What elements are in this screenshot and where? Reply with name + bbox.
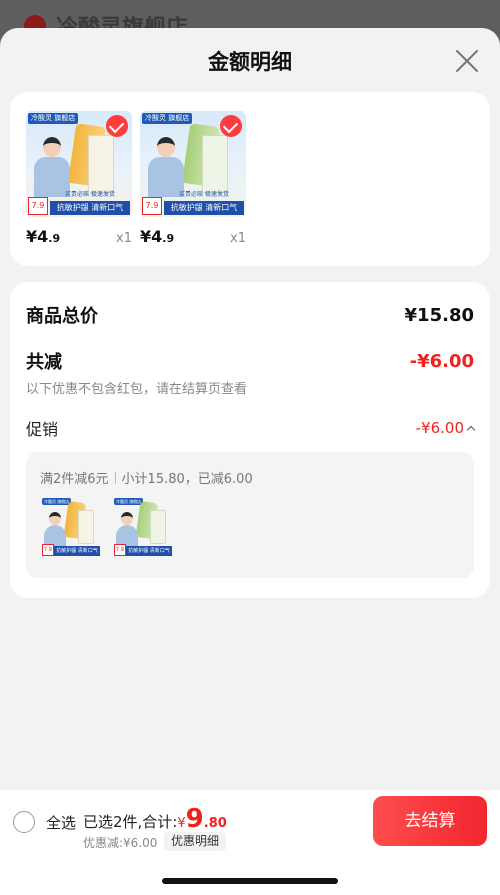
brand-logo: 冷酸灵 旗舰店 <box>42 498 72 505</box>
total-currency: ¥ <box>177 816 186 831</box>
selected-check-icon <box>220 115 242 137</box>
promo-text: 满2件减6元 小计15.80，已减6.00 <box>40 468 253 487</box>
total-value: ¥15.80 <box>404 304 474 326</box>
image-subbanner: 买贵必赔 极速发货 <box>65 191 115 198</box>
image-price-tag: 7.9 <box>142 197 162 215</box>
checkout-bar: 全选 已选2件,合计: ¥ 9 .80 优惠减:¥6.00 优惠明细 去结算 <box>0 790 500 895</box>
product-meta: ¥4.9 x1 <box>26 227 132 246</box>
toothpaste-box <box>202 135 228 193</box>
divider <box>114 471 116 484</box>
promo-value-toggle[interactable]: -¥6.00 <box>415 419 476 437</box>
sheet-title: 金额明细 <box>208 50 292 74</box>
brand-logo: 冷酸灵 旗舰店 <box>28 113 79 124</box>
promo-product-thumb: 冷酸灵 旗舰店 7.9 抗敏护龈 清新口气 <box>112 496 174 558</box>
reduce-row: 共减 -¥6.00 <box>26 348 474 374</box>
image-price-tag: 7.9 <box>114 544 126 556</box>
total-decimal: .80 <box>203 816 227 831</box>
promo-rule: 满2件减6元 <box>40 472 109 487</box>
select-all-label[interactable]: 全选 <box>46 812 76 833</box>
product-quantity: x1 <box>230 231 246 246</box>
image-subbanner: 买贵必赔 极速发货 <box>179 191 229 198</box>
discount-detail-button[interactable]: 优惠明细 <box>164 832 227 851</box>
product-image: 冷酸灵 旗舰店 买贵必赔 极速发货 7.9 抗敏护龈 清新口气 <box>140 111 246 217</box>
amount-detail-sheet: 金额明细 冷酸灵 旗舰店 买贵必赔 极速发货 7.9 抗敏护龈 清新口气 ¥4.… <box>0 28 500 895</box>
close-icon[interactable] <box>454 48 480 74</box>
product-quantity: x1 <box>116 231 132 246</box>
promo-detail-box: 满2件减6元 小计15.80，已减6.00 冷酸灵 旗舰店 7.9 抗敏护龈 清… <box>26 452 474 578</box>
product-meta: ¥4.9 x1 <box>140 227 246 246</box>
selected-check-icon <box>106 115 128 137</box>
promo-detail: 小计15.80，已减6.00 <box>121 472 253 487</box>
home-indicator[interactable] <box>162 878 338 884</box>
checkout-button[interactable]: 去结算 <box>373 796 487 846</box>
total-row: 商品总价 ¥15.80 <box>26 302 474 328</box>
selected-count-text: 已选2件,合计: <box>83 813 178 831</box>
brand-logo: 冷酸灵 旗舰店 <box>114 498 144 505</box>
spokesperson <box>148 137 184 197</box>
reduce-value: -¥6.00 <box>409 350 474 372</box>
product-item[interactable]: 冷酸灵 旗舰店 买贵必赔 极速发货 7.9 抗敏护龈 清新口气 ¥4.9 x1 <box>26 111 132 246</box>
products-card: 冷酸灵 旗舰店 买贵必赔 极速发货 7.9 抗敏护龈 清新口气 ¥4.9 x1 … <box>10 92 490 266</box>
image-price-tag: 7.9 <box>42 544 54 556</box>
product-image: 冷酸灵 旗舰店 买贵必赔 极速发货 7.9 抗敏护龈 清新口气 <box>26 111 132 217</box>
product-price: ¥4.9 <box>140 227 175 246</box>
brand-logo: 冷酸灵 旗舰店 <box>142 113 193 124</box>
image-banner: 抗敏护龈 清新口气 <box>50 201 130 215</box>
image-banner: 抗敏护龈 清新口气 <box>126 546 172 556</box>
promo-product-thumb: 冷酸灵 旗舰店 7.9 抗敏护龈 清新口气 <box>40 496 102 558</box>
reduce-label: 共减 <box>26 352 62 373</box>
discount-amount: 优惠减:¥6.00 <box>83 836 158 850</box>
discount-note: 以下优惠不包含红包，请在结算页查看 <box>26 382 248 397</box>
selected-summary: 已选2件,合计: ¥ 9 .80 <box>83 804 227 834</box>
image-banner: 抗敏护龈 清新口气 <box>164 201 244 215</box>
promo-label: 促销 <box>26 420 59 439</box>
total-integer: 9 <box>185 804 204 834</box>
summary-card: 商品总价 ¥15.80 共减 -¥6.00 以下优惠不包含红包，请在结算页查看 … <box>10 282 490 598</box>
promo-value: -¥6.00 <box>415 419 464 437</box>
chevron-up-icon[interactable] <box>466 425 476 435</box>
promo-row[interactable]: 促销 -¥6.00 <box>26 416 476 440</box>
select-all-radio[interactable] <box>13 811 35 833</box>
toothpaste-box <box>88 135 114 193</box>
image-price-tag: 7.9 <box>28 197 48 215</box>
product-price: ¥4.9 <box>26 227 61 246</box>
product-item[interactable]: 冷酸灵 旗舰店 买贵必赔 极速发货 7.9 抗敏护龈 清新口气 ¥4.9 x1 <box>140 111 246 246</box>
total-label: 商品总价 <box>26 306 98 327</box>
sheet-header: 金额明细 <box>0 28 500 92</box>
spokesperson <box>34 137 70 197</box>
image-banner: 抗敏护龈 清新口气 <box>54 546 100 556</box>
